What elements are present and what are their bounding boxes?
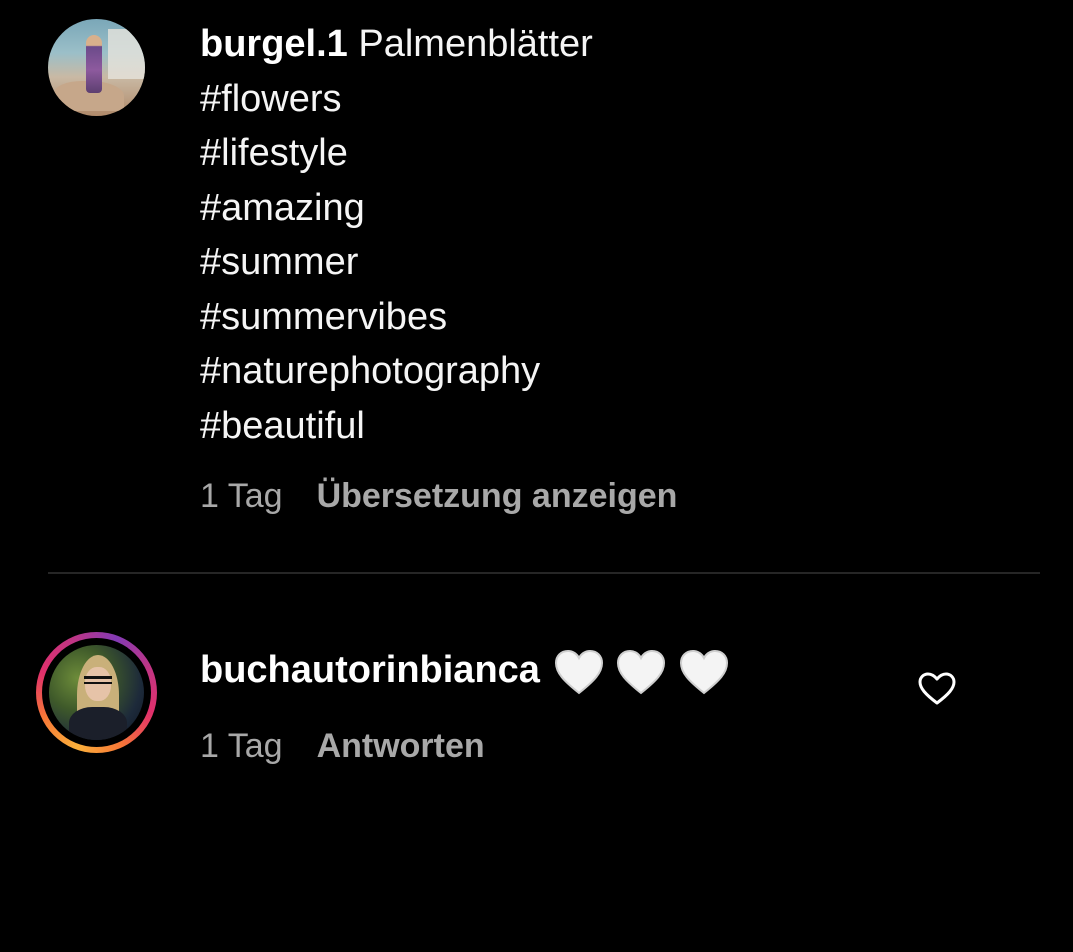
like-comment-button[interactable] <box>917 671 957 707</box>
caption-divider <box>48 572 1040 574</box>
heart-outline-icon <box>918 672 956 705</box>
avatar-background-wall <box>108 29 145 79</box>
commenter-avatar[interactable] <box>49 645 144 740</box>
story-ring-gap <box>42 638 151 747</box>
avatar-face <box>85 667 111 701</box>
comment-meta: 1 Tag Antworten <box>200 726 485 766</box>
hashtag-link[interactable]: #naturephotography <box>200 349 540 393</box>
comment-timestamp: 1 Tag <box>200 727 283 765</box>
avatar-person <box>86 35 102 93</box>
white-heart-emoji-icon <box>554 650 603 695</box>
comment-username[interactable]: buchautorinbianca <box>200 649 540 691</box>
comment-emoji-group <box>554 648 731 695</box>
caption-timestamp: 1 Tag <box>200 477 283 515</box>
caption-username[interactable]: burgel.1 <box>200 23 348 65</box>
story-ring[interactable] <box>36 632 157 753</box>
hashtag-link[interactable]: #summervibes <box>200 295 447 339</box>
white-heart-emoji-icon <box>680 650 729 695</box>
caption-headline: burgel.1 Palmenblätter <box>200 22 593 66</box>
reply-button[interactable]: Antworten <box>317 727 485 765</box>
hashtag-link[interactable]: #lifestyle <box>200 131 348 175</box>
caption-title: Palmenblätter <box>358 23 593 65</box>
comment-body: buchautorinbianca <box>200 648 731 695</box>
hashtag-link[interactable]: #amazing <box>200 186 365 230</box>
hashtag-link[interactable]: #summer <box>200 240 358 284</box>
avatar-glasses <box>84 676 112 684</box>
show-translation-button[interactable]: Übersetzung anzeigen <box>317 477 678 515</box>
avatar-shirt <box>69 707 127 740</box>
hashtag-link[interactable]: #flowers <box>200 77 342 121</box>
caption-meta: 1 Tag Übersetzung anzeigen <box>200 476 677 516</box>
white-heart-emoji-icon <box>617 650 666 695</box>
hashtag-link[interactable]: #beautiful <box>200 404 365 448</box>
owner-avatar[interactable] <box>48 19 145 116</box>
post-caption: burgel.1 Palmenblätter #flowers #lifesty… <box>0 0 1073 560</box>
comments-screen: burgel.1 Palmenblätter #flowers #lifesty… <box>0 0 1073 952</box>
